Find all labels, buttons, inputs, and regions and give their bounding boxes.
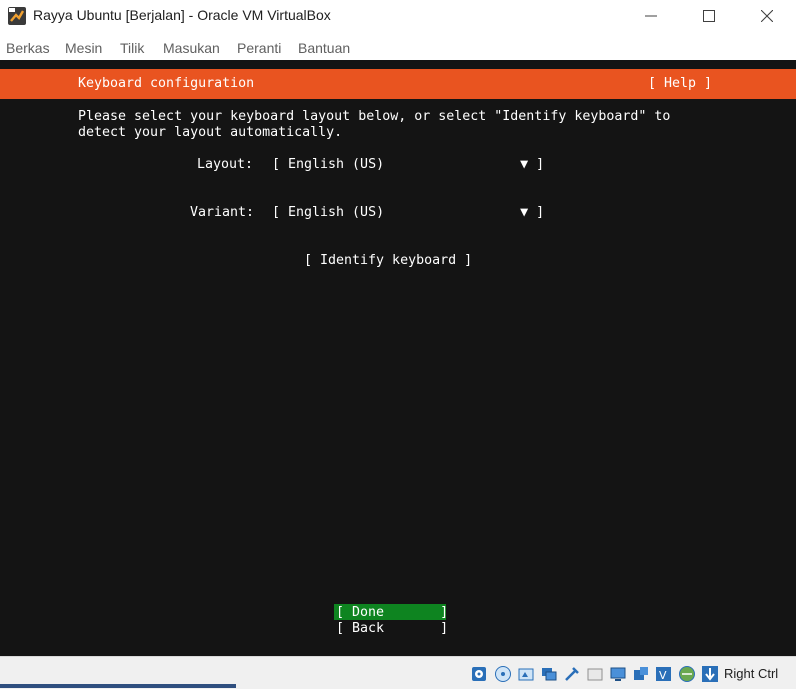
variant-label: Variant: (190, 205, 255, 220)
maximize-button[interactable] (680, 0, 738, 32)
optical-drive-icon[interactable] (494, 665, 512, 683)
menu-masukan[interactable]: Masukan (163, 40, 220, 56)
menu-peranti[interactable]: Peranti (237, 40, 281, 56)
menu-berkas[interactable]: Berkas (6, 40, 50, 56)
instruction-line-1: Please select your keyboard layout below… (78, 109, 671, 124)
back-button[interactable]: [ Back ] (336, 621, 448, 637)
layout-select[interactable]: [ English (US) ▼ ] (272, 157, 544, 173)
layout-label: Layout: (197, 157, 254, 172)
menu-bar: Berkas Mesin Tilik Masukan Peranti Bantu… (0, 36, 796, 60)
menu-mesin[interactable]: Mesin (65, 40, 102, 56)
virtualization-icon[interactable]: V (655, 665, 673, 683)
maximize-icon (703, 10, 715, 22)
host-key-arrow-icon[interactable] (701, 665, 719, 683)
help-button[interactable]: [ Help ] (648, 76, 712, 92)
close-icon (761, 10, 773, 22)
virtualbox-app-icon (8, 7, 26, 25)
window-title: Rayya Ubuntu [Berjalan] - Oracle VM Virt… (33, 7, 331, 23)
done-button[interactable]: [ Done ] (336, 605, 448, 621)
svg-text:V: V (659, 669, 667, 682)
menu-tilik[interactable]: Tilik (120, 40, 144, 56)
minimize-icon (645, 15, 657, 17)
vm-display[interactable]: Keyboard configuration [ Help ] Please s… (0, 60, 796, 656)
close-button[interactable] (738, 0, 796, 32)
hard-disk-icon[interactable] (470, 665, 488, 683)
usb-icon[interactable] (563, 665, 581, 683)
page-title: Keyboard configuration (78, 76, 255, 91)
host-key-label: Right Ctrl (724, 666, 779, 681)
variant-select[interactable]: [ English (US) ▼ ] (272, 205, 544, 221)
taskbar-strip (0, 684, 236, 688)
guest-additions-icon[interactable] (678, 665, 696, 683)
instruction-line-2: detect your layout automatically. (78, 125, 343, 140)
audio-icon[interactable] (517, 665, 535, 683)
display-icon[interactable] (609, 665, 627, 683)
minimize-button[interactable] (622, 0, 680, 32)
identify-keyboard-button[interactable]: [ Identify keyboard ] (304, 253, 472, 269)
recording-icon[interactable] (632, 665, 650, 683)
installer-header: Keyboard configuration [ Help ] (0, 69, 796, 99)
network-icon[interactable] (540, 665, 558, 683)
shared-folders-icon[interactable] (586, 665, 604, 683)
title-bar: Rayya Ubuntu [Berjalan] - Oracle VM Virt… (0, 0, 796, 32)
menu-bantuan[interactable]: Bantuan (298, 40, 350, 56)
